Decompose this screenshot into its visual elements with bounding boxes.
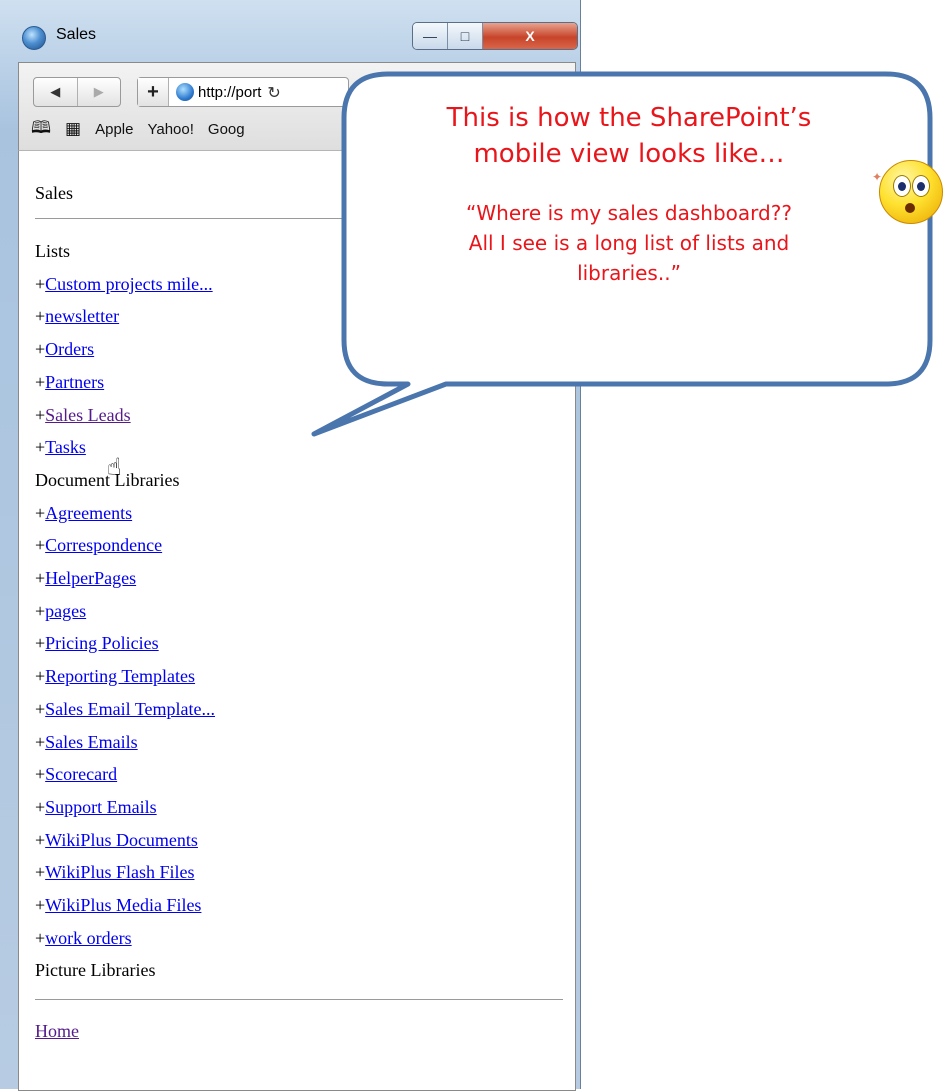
document-library-link[interactable]: WikiPlus Flash Files [45,862,194,882]
list-item: +work orders [35,922,555,955]
list-item: +HelperPages [35,562,555,595]
list-item-prefix: + [35,600,46,621]
hand-cursor-icon: ☝ [107,453,122,481]
document-library-link[interactable]: Agreements [45,503,132,523]
list-item: +Support Emails [35,791,555,824]
title-bar[interactable]: Sales — □ X [0,0,580,62]
list-item-prefix: + [35,404,46,425]
divider-bottom [35,999,563,1000]
picture-libraries-heading: Picture Libraries [35,960,156,981]
book-icon[interactable]: 🕮 [31,115,51,144]
list-item-prefix: + [35,666,46,687]
document-library-link[interactable]: HelperPages [45,568,136,588]
list-link[interactable]: newsletter [45,306,119,326]
callout-quote-line1: “Where is my sales dashboard?? [466,201,792,225]
list-item-prefix: + [35,339,46,360]
reload-icon[interactable]: ↻ [267,83,280,102]
list-link[interactable]: Tasks [45,437,86,457]
callout-main: This is how the SharePoint’s mobile view… [370,100,888,172]
list-item-prefix: + [35,371,46,392]
smiley-left-eye [893,175,911,197]
list-link[interactable]: Custom projects mile... [45,274,212,294]
close-button[interactable]: X [483,23,577,49]
list-item: +Reporting Templates [35,660,555,693]
list-item-prefix: + [35,698,46,719]
list-item: +Agreements [35,497,555,530]
list-link[interactable]: Partners [45,372,104,392]
document-library-link[interactable]: Correspondence [45,535,162,555]
grid-icon[interactable]: ▦ [65,119,81,139]
document-library-link[interactable]: Sales Email Template... [45,699,215,719]
document-libraries-group: +Agreements +Correspondence +HelperPages +p… [35,497,555,955]
home-link[interactable]: Home [35,1021,79,1042]
list-item: +WikiPlus Documents [35,824,555,857]
list-item-prefix: + [35,273,46,294]
callout-main-line2: mobile view looks like… [473,139,785,169]
surprised-smiley-icon [879,160,943,224]
window-title: Sales [56,26,97,43]
document-library-link[interactable]: Pricing Policies [45,633,159,653]
document-library-link[interactable]: WikiPlus Documents [45,830,198,850]
url-text[interactable]: http://port [198,84,261,101]
list-item: +Sales Email Template... [35,693,555,726]
bookmarks-bar: 🕮 ▦ Apple Yahoo! Goog [31,115,245,143]
list-item-prefix: + [35,895,46,916]
minimize-button[interactable]: — [413,23,448,49]
globe-icon [176,83,194,101]
list-link[interactable]: Sales Leads [45,405,130,425]
document-library-link[interactable]: WikiPlus Media Files [45,895,201,915]
bookmark-google[interactable]: Goog [208,121,245,138]
page-title: Sales [35,183,73,203]
list-item-prefix: + [35,862,46,883]
document-library-link[interactable]: Reporting Templates [45,666,195,686]
list-item: +WikiPlus Media Files [35,889,555,922]
bookmark-apple[interactable]: Apple [95,121,133,138]
callout-quote-line3: libraries..” [577,261,681,285]
smiley-right-eye [912,175,930,197]
callout-quote: “Where is my sales dashboard?? All I see… [370,198,888,288]
list-item: +Sales Emails [35,726,555,759]
list-item-prefix: + [35,306,46,327]
bookmark-yahoo[interactable]: Yahoo! [147,121,193,138]
list-item: +Scorecard [35,758,555,791]
document-library-link[interactable]: Support Emails [45,797,157,817]
list-item: +WikiPlus Flash Files [35,856,555,889]
window-controls: — □ X [412,22,578,50]
list-item-prefix: + [35,437,46,458]
list-item-prefix: + [35,764,46,785]
callout-text: This is how the SharePoint’s mobile view… [370,100,888,288]
callout-quote-line2: All I see is a long list of lists and [468,231,790,255]
safari-app-icon [22,26,46,50]
smiley-mouth [905,203,915,213]
document-library-link[interactable]: pages [45,601,86,621]
add-bookmark-button[interactable]: + [138,78,169,106]
maximize-button[interactable]: □ [448,23,483,49]
document-library-link[interactable]: Sales Emails [45,732,138,752]
list-item: +Pricing Policies [35,627,555,660]
list-item-prefix: + [35,829,46,850]
list-item: +Correspondence [35,529,555,562]
nav-buttons: ◀ ▶ [33,77,121,107]
list-item-prefix: + [35,731,46,752]
list-item-prefix: + [35,502,46,523]
list-item-prefix: + [35,633,46,654]
back-button[interactable]: ◀ [34,78,78,106]
forward-button[interactable]: ▶ [78,78,121,106]
list-item-prefix: + [35,568,46,589]
list-item-prefix: + [35,796,46,817]
list-item-prefix: + [35,535,46,556]
document-library-link[interactable]: Scorecard [45,764,117,784]
list-link[interactable]: Orders [45,339,94,359]
document-library-link[interactable]: work orders [45,928,131,948]
list-item: +pages [35,595,555,628]
list-item-prefix: + [35,927,46,948]
callout-main-line1: This is how the SharePoint’s [446,103,812,133]
